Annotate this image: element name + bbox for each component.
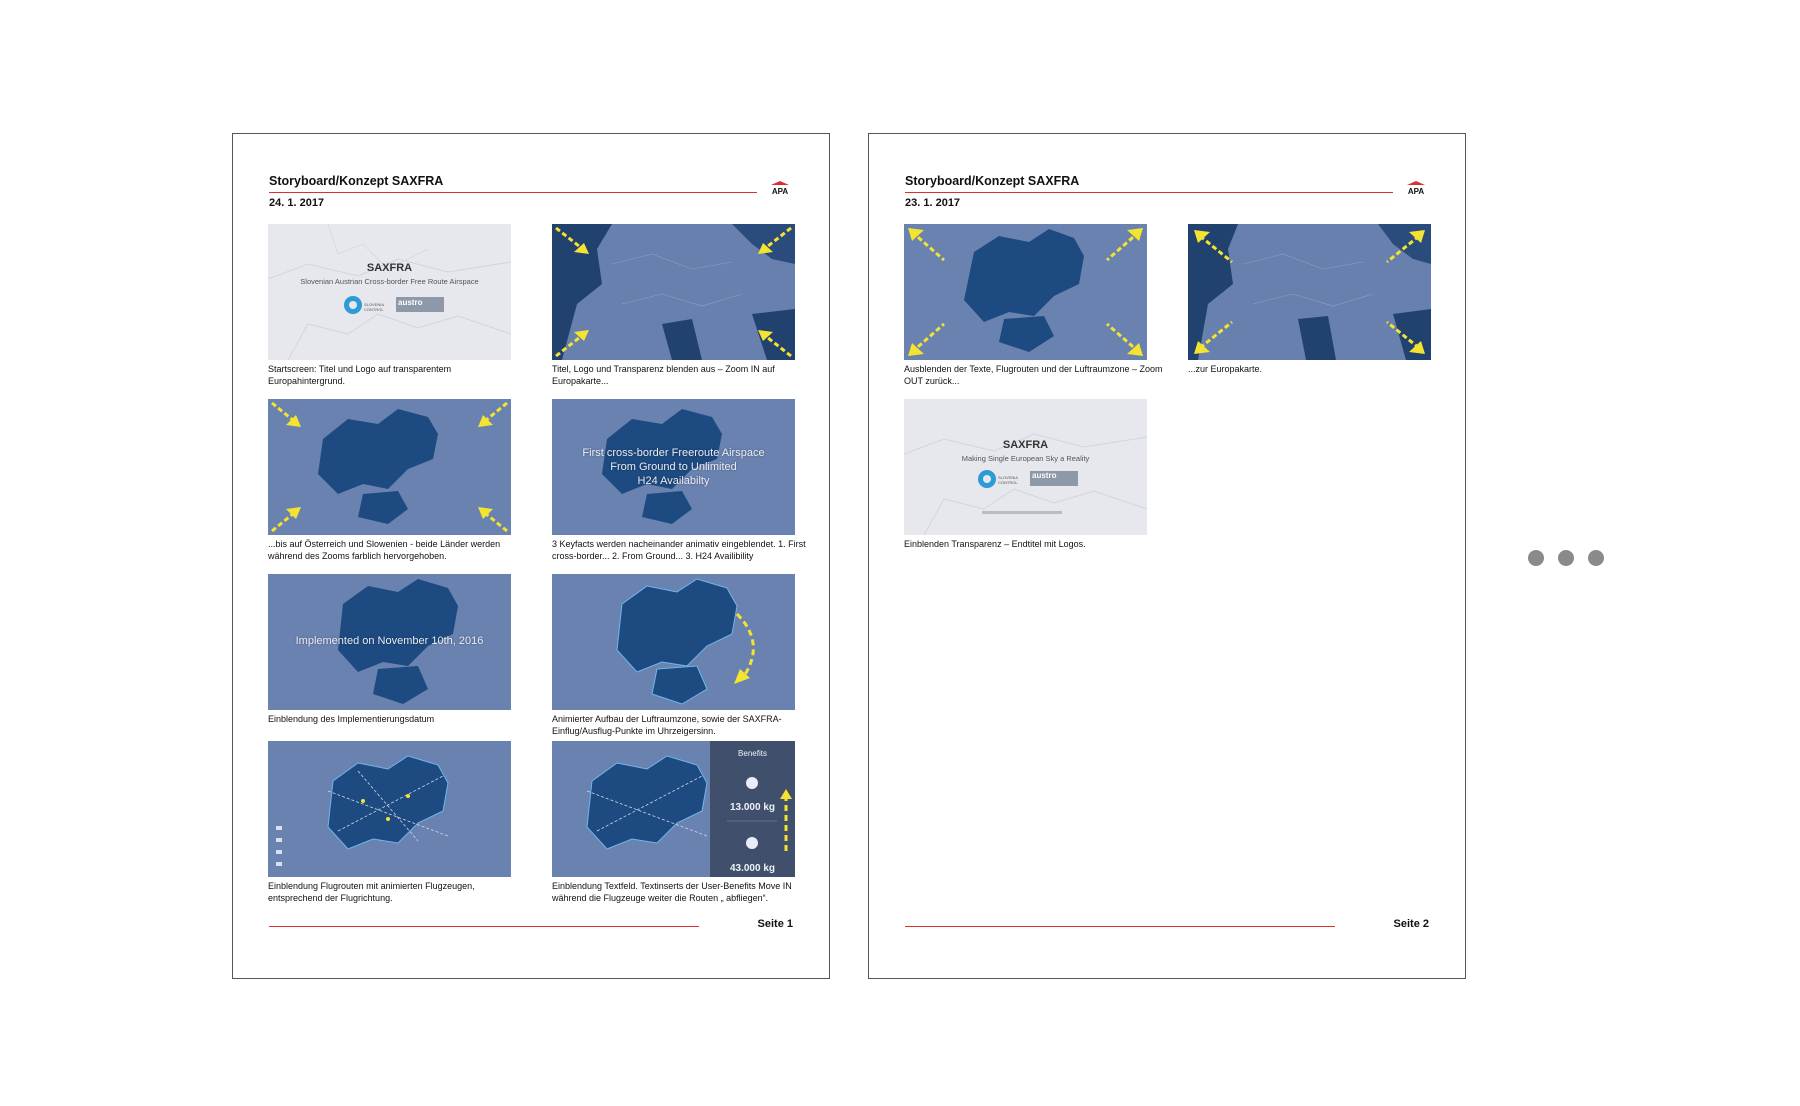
header-divider: [905, 192, 1393, 193]
storyboard-page-1: Storyboard/Konzept SAXFRA APA 24. 1. 201…: [232, 133, 830, 979]
frame-caption: Titel, Logo und Transparenz blenden aus …: [552, 364, 775, 386]
storyboard-frame-4: First cross-border Freeroute Airspace Fr…: [552, 399, 795, 535]
footer-divider: [905, 926, 1335, 927]
austro-control-logo: austro: [398, 298, 423, 307]
overlay-subtitle: Making Single European Sky a Reality: [961, 454, 1090, 463]
page-date: 23. 1. 2017: [905, 197, 961, 209]
benefits-heading: Benefits: [738, 749, 767, 758]
footer-divider: [269, 926, 699, 927]
pagination-dot[interactable]: [1588, 550, 1604, 566]
header-divider: [269, 192, 757, 193]
benefit-value-2: 43.000 kg: [729, 863, 776, 874]
keyfact-3: H24 Availabilty: [637, 475, 710, 487]
storyboard-frame-5: Implemented on November 10th, 2016: [268, 574, 511, 710]
title-overlay: SAXFRA Slovenian Austrian Cross-border F…: [268, 262, 511, 312]
page-date: 24. 1. 2017: [269, 197, 325, 209]
frame-caption: Einblendung Textfeld. Textinserts der Us…: [552, 881, 792, 903]
slovenia-control-logo: SLOVENIA CONTROL: [364, 302, 384, 312]
storyboard-frame-3: [268, 399, 511, 535]
apa-logo: APA: [1407, 181, 1425, 195]
pagination-dot[interactable]: [1558, 550, 1574, 566]
storyboard-frame-2: [552, 224, 795, 360]
overlay-title: SAXFRA: [366, 262, 413, 274]
overlay-subtitle: Slovenian Austrian Cross-border Free Rou…: [300, 277, 479, 286]
austro-control-logo: austro: [1032, 471, 1057, 480]
svg-text:APA: APA: [1408, 187, 1425, 195]
benefit-value-1: 13.000 kg: [729, 802, 776, 813]
keyfacts-overlay: First cross-border Freeroute Airspace Fr…: [552, 446, 795, 488]
keyfact-2: From Ground to Unlimited: [610, 461, 737, 473]
storyboard-frame-1: SAXFRA Slovenian Austrian Cross-border F…: [268, 224, 511, 360]
frame-caption: Einblendung Flugrouten mit animierten Fl…: [268, 881, 475, 903]
slovenia-control-logo: SLOVENIA CONTROL: [998, 475, 1018, 485]
pagination-dot[interactable]: [1528, 550, 1544, 566]
frame-caption: 3 Keyfacts werden nacheinander animativ …: [552, 539, 806, 561]
storyboard-frame-8: Benefits 13.000 kg 43.000 kg: [552, 741, 795, 877]
storyboard-page-2: Storyboard/Konzept SAXFRA APA 23. 1. 201…: [868, 133, 1466, 979]
keyfact-1: First cross-border Freeroute Airspace: [582, 447, 765, 459]
date-overlay: Implemented on November 10th, 2016: [268, 634, 511, 648]
svg-text:APA: APA: [772, 187, 789, 195]
frame-caption: ...bis auf Österreich und Slowenien - be…: [268, 539, 501, 561]
storyboard-frame-2: [1188, 224, 1431, 360]
benefits-panel: Benefits 13.000 kg 43.000 kg: [710, 749, 795, 874]
storyboard-frame-7: [268, 741, 511, 877]
page-title: Storyboard/Konzept SAXFRA: [905, 174, 1080, 188]
page-number: Seite 2: [1393, 918, 1429, 930]
frame-caption: ...zur Europakarte.: [1188, 364, 1263, 374]
implementation-date: Implemented on November 10th, 2016: [295, 635, 484, 647]
frame-caption: Einblendung des Implementierungsdatum: [268, 714, 435, 724]
storyboard-frame-1: [904, 224, 1147, 360]
storyboard-frame-3: SAXFRA Making Single European Sky a Real…: [904, 399, 1147, 535]
page-title: Storyboard/Konzept SAXFRA: [269, 174, 444, 188]
end-title-overlay: SAXFRA Making Single European Sky a Real…: [904, 439, 1147, 485]
frame-caption: Ausblenden der Texte, Flugrouten und der…: [904, 364, 1163, 386]
page-number: Seite 1: [757, 918, 793, 930]
frame-caption: Animierter Aufbau der Luftraumzone, sowi…: [552, 714, 782, 736]
overlay-title: SAXFRA: [1002, 439, 1049, 451]
frame-caption: Startscreen: Titel und Logo auf transpar…: [268, 364, 452, 386]
storyboard-frame-6: [552, 574, 795, 710]
frame-caption: Einblenden Transparenz – Endtitel mit Lo…: [904, 539, 1086, 549]
apa-logo: APA: [771, 181, 789, 195]
